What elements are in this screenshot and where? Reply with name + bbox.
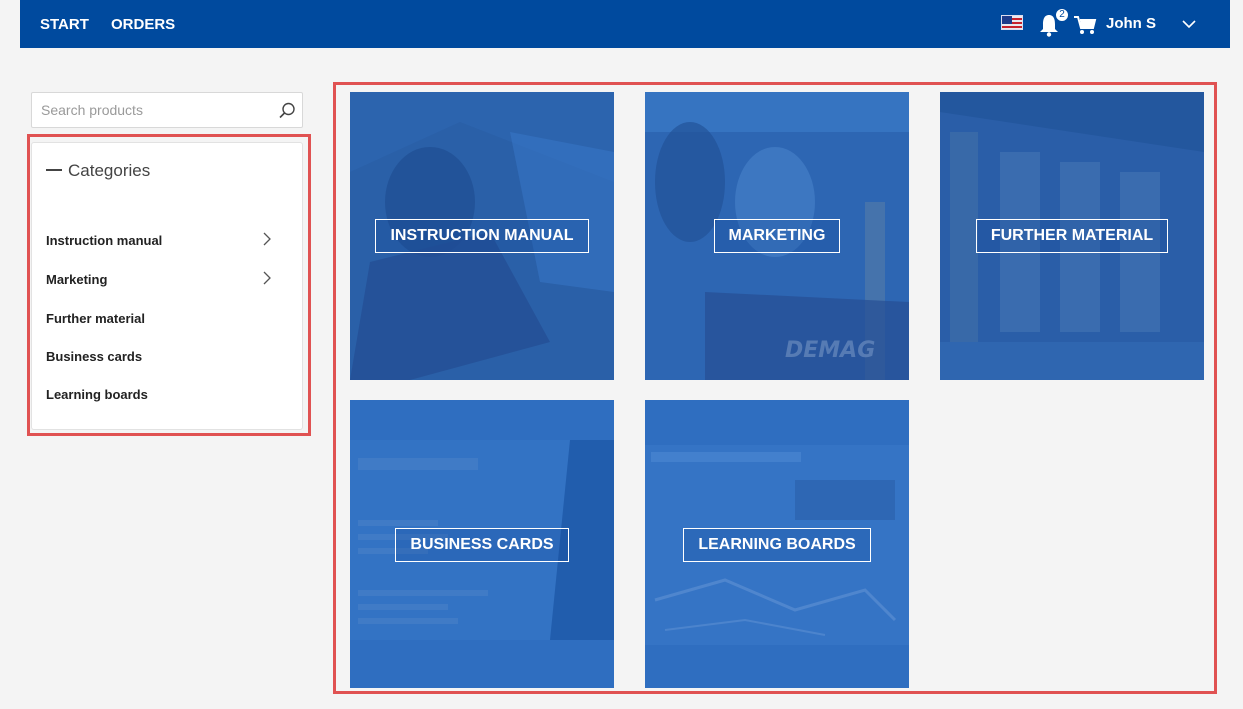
tile-marketing[interactable]: DEMAG MARKETING (645, 92, 909, 380)
tile-label: MARKETING (645, 219, 909, 253)
tile-title: INSTRUCTION MANUAL (375, 219, 589, 253)
tile-title: BUSINESS CARDS (395, 528, 569, 562)
tile-title: FURTHER MATERIAL (975, 219, 1169, 253)
category-label: Marketing (46, 272, 108, 287)
categories-title: Categories (68, 161, 151, 180)
minus-icon[interactable] (46, 168, 62, 171)
category-marketing[interactable]: Marketing (46, 268, 286, 292)
nav-start-link[interactable]: START (40, 16, 89, 33)
category-business-cards[interactable]: Business cards (46, 345, 286, 369)
tile-business-cards[interactable]: BUSINESS CARDS (350, 400, 614, 688)
search-box (31, 92, 303, 128)
cart-icon[interactable] (1073, 14, 1097, 36)
category-label: Further material (46, 311, 145, 326)
notification-count-badge: 2 (1054, 7, 1070, 23)
categories-heading[interactable]: Categories (46, 161, 150, 181)
category-learning-boards[interactable]: Learning boards (46, 383, 286, 407)
tile-learning-boards[interactable]: LEARNING BOARDS (645, 400, 909, 688)
tile-title: MARKETING (713, 219, 841, 253)
tile-label: BUSINESS CARDS (350, 528, 614, 562)
chevron-right-icon (263, 271, 271, 285)
category-label: Business cards (46, 349, 143, 364)
chevron-down-icon[interactable] (1182, 18, 1196, 30)
nav-orders-link[interactable]: ORDERS (111, 16, 175, 33)
search-icon[interactable] (277, 101, 297, 121)
search-input[interactable] (41, 100, 261, 120)
tile-label: INSTRUCTION MANUAL (350, 219, 614, 253)
category-label: Learning boards (46, 387, 148, 402)
category-label: Instruction manual (46, 233, 163, 248)
category-further-material[interactable]: Further material (46, 307, 286, 331)
user-menu-name[interactable]: John S (1106, 15, 1156, 32)
tile-label: FURTHER MATERIAL (940, 219, 1204, 253)
tile-label: LEARNING BOARDS (645, 528, 909, 562)
categories-panel: Categories Instruction manual Marketing … (31, 142, 303, 430)
us-flag-icon[interactable] (1001, 15, 1023, 30)
svg-text:DEMAG: DEMAG (785, 338, 875, 363)
tile-instruction-manual[interactable]: INSTRUCTION MANUAL (350, 92, 614, 380)
chevron-right-icon (263, 232, 271, 246)
category-instruction-manual[interactable]: Instruction manual (46, 229, 286, 253)
tile-title: LEARNING BOARDS (683, 528, 871, 562)
tile-further-material[interactable]: FURTHER MATERIAL (940, 92, 1204, 380)
